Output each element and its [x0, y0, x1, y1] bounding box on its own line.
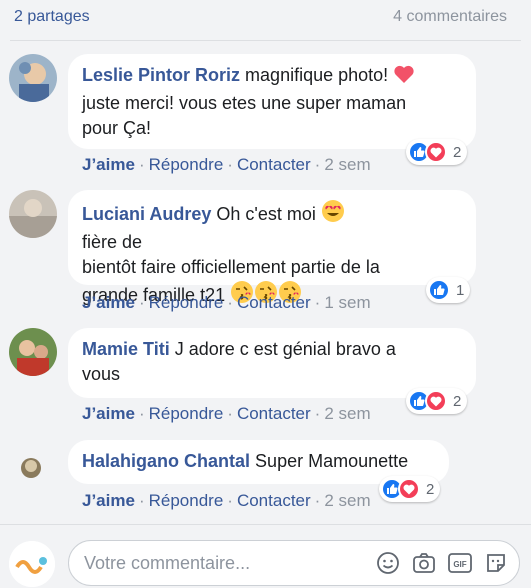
- comment-time[interactable]: 2 sem: [324, 404, 370, 423]
- camera-icon[interactable]: [411, 550, 437, 576]
- svg-text:GIF: GIF: [453, 560, 466, 569]
- separator: ·: [138, 293, 145, 312]
- love-reaction-icon: [398, 478, 420, 500]
- reply-link[interactable]: Répondre: [149, 293, 224, 312]
- avatar[interactable]: [9, 54, 57, 102]
- comment-time[interactable]: 1 sem: [324, 293, 370, 312]
- reply-link[interactable]: Répondre: [149, 155, 224, 174]
- comment-author[interactable]: Halahigano Chantal: [82, 451, 250, 471]
- love-reaction-icon: [425, 141, 447, 163]
- comment-author[interactable]: Mamie Titi: [82, 339, 170, 359]
- heart-eyes-emoji-icon: [321, 199, 345, 230]
- like-link[interactable]: J’aime: [82, 155, 135, 174]
- contact-link[interactable]: Contacter: [237, 404, 311, 423]
- comments-count-link[interactable]: 4 commentaires: [393, 8, 507, 26]
- separator: ·: [138, 491, 145, 510]
- comment-text: Super Mamounette: [255, 451, 409, 471]
- separator: ·: [227, 491, 233, 510]
- comment-actions: J’aime · Répondre · Contacter · 2 sem: [82, 404, 371, 424]
- separator: ·: [138, 404, 145, 423]
- post-summary-bar: 2 partages 4 commentaires: [0, 0, 531, 40]
- like-link[interactable]: J’aime: [82, 293, 135, 312]
- comment-bubble: Leslie Pintor Roriz magnifique photo! ju…: [68, 54, 476, 149]
- separator: ·: [227, 155, 233, 174]
- separator: ·: [314, 404, 321, 423]
- reply-link[interactable]: Répondre: [149, 404, 224, 423]
- reactions-summary[interactable]: 1: [426, 277, 471, 303]
- contact-link[interactable]: Contacter: [237, 293, 311, 312]
- comment-author[interactable]: Leslie Pintor Roriz: [82, 65, 240, 85]
- emoji-icon[interactable]: [375, 550, 401, 576]
- separator: ·: [314, 491, 321, 510]
- comment-author[interactable]: Luciani Audrey: [82, 204, 211, 224]
- contact-link[interactable]: Contacter: [237, 155, 311, 174]
- reaction-count: 2: [426, 480, 435, 498]
- contact-link[interactable]: Contacter: [237, 491, 311, 510]
- separator: ·: [227, 293, 233, 312]
- avatar[interactable]: [9, 190, 57, 238]
- reactions-summary[interactable]: 2: [406, 388, 468, 414]
- reactions-summary[interactable]: 2: [406, 139, 468, 165]
- like-link[interactable]: J’aime: [82, 491, 135, 510]
- reaction-count: 1: [456, 281, 465, 299]
- reaction-count: 2: [453, 143, 462, 161]
- comment-time[interactable]: 2 sem: [324, 155, 370, 174]
- heart-emoji-icon: [393, 64, 415, 91]
- comment-composer: Votre commentaire... GIF: [0, 524, 531, 588]
- comment-actions: J’aime · Répondre · Contacter · 1 sem: [82, 293, 371, 313]
- comment-text: magnifique photo!: [245, 65, 394, 85]
- reaction-count: 2: [453, 392, 462, 410]
- comment-actions: J’aime · Répondre · Contacter · 2 sem: [82, 155, 371, 175]
- comment-input-placeholder: Votre commentaire...: [84, 553, 251, 573]
- comment-bubble: Luciani Audrey Oh c'est moi fière de bien…: [68, 190, 476, 305]
- comment-input[interactable]: Votre commentaire... GIF: [68, 540, 520, 586]
- like-reaction-icon: [428, 279, 450, 301]
- separator: ·: [314, 155, 321, 174]
- avatar[interactable]: [9, 442, 57, 490]
- separator: ·: [227, 404, 233, 423]
- shares-count-link[interactable]: 2 partages: [14, 8, 90, 26]
- composer-tools: GIF: [365, 550, 509, 576]
- separator: ·: [314, 293, 321, 312]
- sticker-icon[interactable]: [483, 550, 509, 576]
- comment-actions: J’aime · Répondre · Contacter · 2 sem: [82, 491, 371, 511]
- divider: [10, 40, 521, 41]
- reactions-summary[interactable]: 2: [379, 476, 441, 502]
- reply-link[interactable]: Répondre: [149, 491, 224, 510]
- like-link[interactable]: J’aime: [82, 404, 135, 423]
- comment-text-cont: juste merci! vous etes une super maman po…: [82, 93, 407, 138]
- avatar[interactable]: [9, 328, 57, 376]
- love-reaction-icon: [425, 390, 447, 412]
- separator: ·: [138, 155, 145, 174]
- gif-icon[interactable]: GIF: [447, 550, 473, 576]
- my-avatar[interactable]: [9, 541, 55, 587]
- comment-time[interactable]: 2 sem: [324, 491, 370, 510]
- comment-text: Oh c'est moi: [216, 204, 321, 224]
